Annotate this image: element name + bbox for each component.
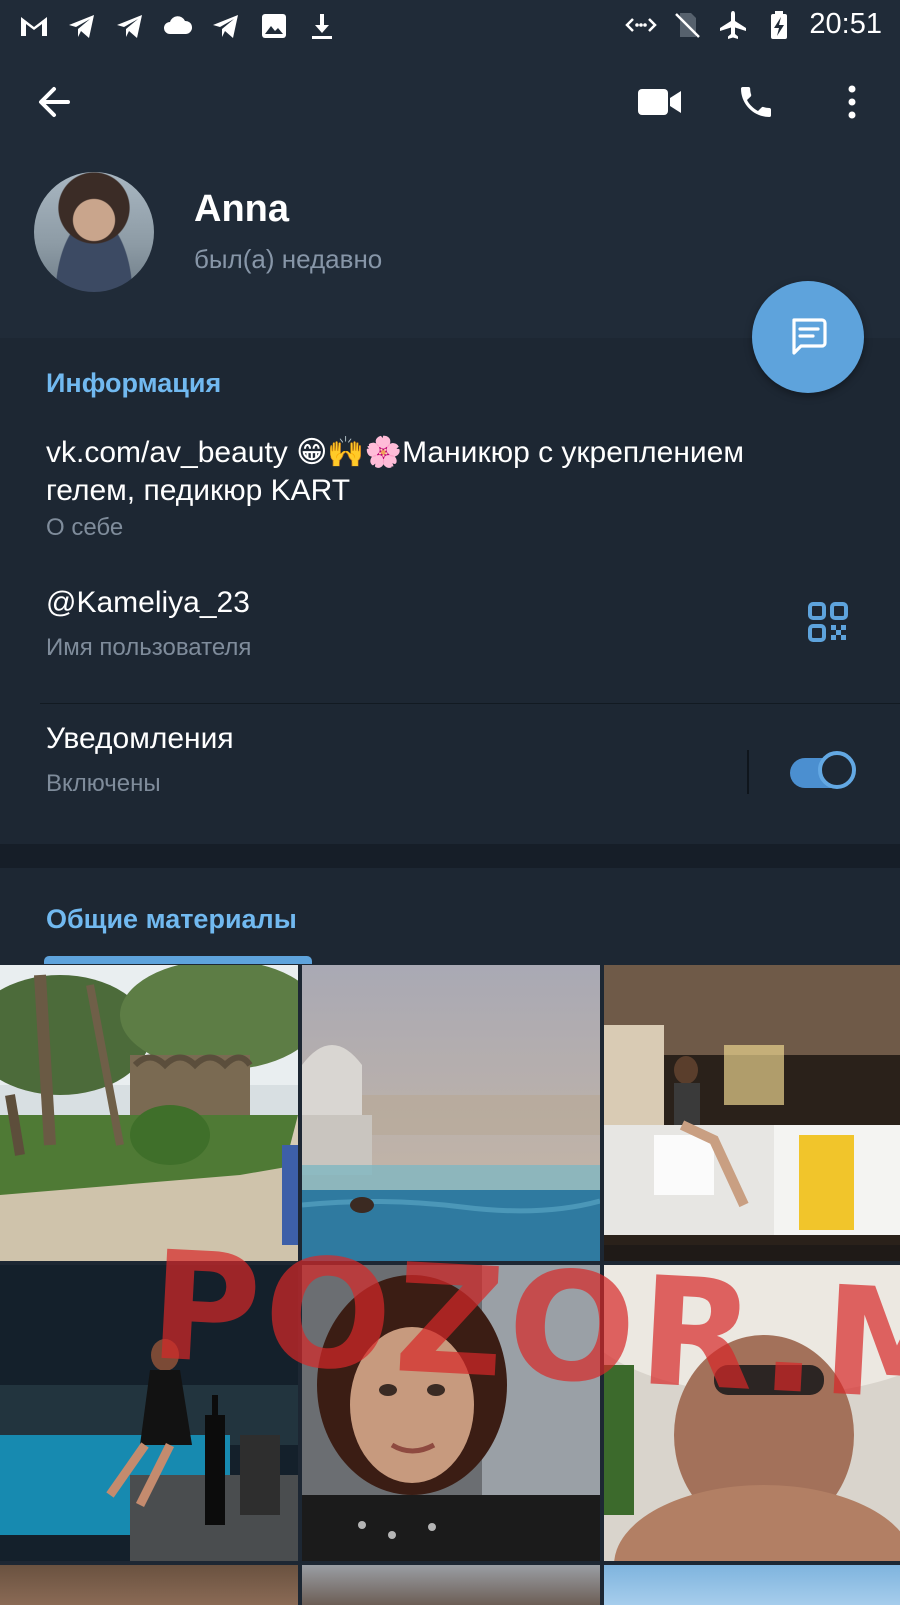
vertical-separator [747, 750, 749, 794]
username-caption: Имя пользователя [46, 634, 252, 661]
bio-text[interactable]: vk.com/av_beauty 😁🙌🌸Маникюр с укрепление… [46, 434, 836, 510]
phone-call-icon [741, 87, 771, 117]
battery-charging-icon [771, 10, 788, 39]
download-icon [312, 14, 332, 39]
status-bar: 20:51 [0, 0, 900, 50]
airplane-icon [720, 10, 747, 39]
media-thumbnail-row3-2[interactable] [302, 1565, 600, 1605]
username[interactable]: @Kameliya_23 [46, 586, 250, 620]
media-thumbnail-row3-3[interactable] [604, 1565, 900, 1605]
shared-media-tab[interactable]: Общие материалы [46, 904, 297, 935]
notifications-state: Включены [46, 770, 161, 797]
notification-icons [18, 10, 338, 42]
info-section: Информация vk.com/av_beauty 😁🙌🌸Маникюр с… [0, 338, 900, 844]
back-button[interactable] [26, 74, 82, 130]
more-options-button[interactable] [824, 74, 880, 130]
bio-line-2: гелем, педикюр KART [46, 474, 351, 507]
gmail-icon [21, 17, 47, 36]
message-icon [792, 318, 827, 355]
bio-caption: О себе [46, 514, 124, 541]
no-sim-icon [675, 12, 701, 38]
media-thumbnail-selfie[interactable] [302, 1265, 600, 1561]
info-section-title: Информация [46, 368, 222, 398]
system-icons: 20:51 [625, 8, 882, 41]
divider [40, 703, 900, 704]
media-thumbnail-night[interactable] [0, 1265, 298, 1561]
video-call-button[interactable] [632, 74, 688, 130]
toggle-knob [818, 751, 856, 789]
qr-code-icon [808, 602, 848, 642]
send-message-button[interactable] [752, 281, 864, 393]
telegram-icon [213, 15, 238, 38]
video-call-icon [638, 89, 681, 115]
qr-code-button[interactable] [808, 602, 848, 647]
bio-line-1: vk.com/av_beauty 😁🙌🌸Маникюр с укрепление… [46, 436, 744, 469]
media-thumbnail-lobby[interactable] [604, 965, 900, 1261]
avatar[interactable] [34, 172, 154, 292]
nfc-icon [625, 17, 658, 32]
media-thumbnail-pool[interactable] [302, 965, 600, 1261]
media-thumbnail-row3-1[interactable] [0, 1565, 298, 1605]
more-vertical-icon [848, 85, 856, 119]
cloud-icon [164, 16, 193, 34]
tab-indicator [44, 956, 312, 964]
last-seen-status: был(а) недавно [194, 244, 383, 274]
image-icon [262, 14, 286, 38]
media-thumbnail-park[interactable] [0, 965, 298, 1261]
notifications-label[interactable]: Уведомления [46, 722, 234, 756]
status-time: 20:51 [809, 8, 882, 40]
profile-header: Anna был(а) недавно [0, 50, 900, 338]
media-thumbnail-sunhat[interactable] [604, 1265, 900, 1561]
arrow-left-icon [39, 87, 70, 117]
media-grid [0, 965, 900, 1605]
phone-call-button[interactable] [728, 74, 784, 130]
section-gap [0, 844, 900, 868]
profile-name: Anna [194, 188, 289, 230]
telegram-icon [117, 15, 142, 38]
telegram-icon [69, 15, 94, 38]
